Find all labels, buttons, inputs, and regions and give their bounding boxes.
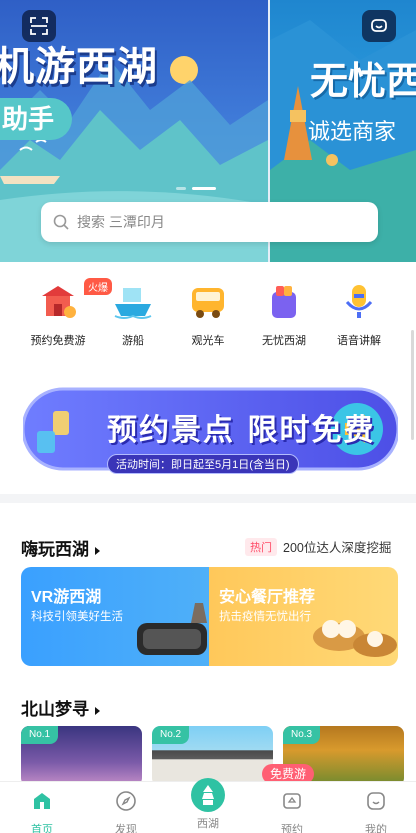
tab-label: 我的 [365,824,387,833]
caret-right-icon [95,706,100,715]
carousel-indicator [176,187,216,190]
hero-slide-b-title: 无忧西 [310,61,416,103]
hero-slide-a-title: 机游西湖 [0,44,158,90]
compass-icon [116,791,136,811]
search-input[interactable]: 搜索 三潭印月 [77,212,165,232]
scrollbar[interactable] [411,330,414,440]
vr-card-subtitle: 科技引领美好生活 [31,611,123,623]
quick-menu-item-audio-guide[interactable]: 语音讲解 [319,282,399,348]
microphone-icon [337,282,381,322]
section-divider [0,494,416,503]
pagoda-icon [191,778,225,812]
promo-banner-title: 预约景点 限时免费 [107,413,376,448]
rank-badge: No.2 [152,726,190,744]
tab-label: 发现 [115,824,137,833]
user-icon [367,792,385,810]
tab-discover[interactable]: 发现 [86,782,166,833]
home-icon [34,793,50,809]
north-hill-tile[interactable]: No.1 [21,726,142,786]
quick-menu-item-boat[interactable]: 游船 [93,282,173,348]
bus-icon [186,282,230,322]
section-title-play[interactable]: 嗨玩西湖 [21,535,100,560]
tab-profile[interactable]: 我的 [336,782,416,833]
quick-menu-item-worry-free[interactable]: 无忧西湖 [244,282,324,348]
tab-label: 西湖 [197,818,219,830]
quick-menu-label: 语音讲解 [337,335,381,347]
bag-icon [262,282,306,322]
tab-label: 首页 [31,824,53,833]
bottom-tab-bar: 首页 发现 西湖 预约 我的 [0,778,416,833]
tab-west-lake[interactable]: 西湖 [168,778,248,833]
search-bar[interactable]: 搜索 三潭印月 [41,202,378,242]
quick-menu-label: 预约免费游 [30,335,86,347]
carousel-dot-active[interactable] [192,187,216,190]
quick-menu-label: 无忧西湖 [262,335,306,347]
promo-banner[interactable]: 预约景点 限时免费 活动时间：即日起至5月1日(含当日) [23,383,398,475]
section-title-north-hill[interactable]: 北山梦寻 [21,695,100,720]
ticket-icon [283,793,301,809]
caret-right-icon [95,546,100,555]
vr-tour-card[interactable]: VR游西湖 科技引领美好生活 [21,567,209,666]
quick-menu-item-tour-bus[interactable]: 观光车 [168,282,248,348]
carousel-dot[interactable] [176,187,186,190]
tab-label: 预约 [281,824,303,833]
tab-home[interactable]: 首页 [2,782,82,833]
hero-slide-a-subtitle: 助手 [0,98,73,140]
section-title-play-text: 嗨玩西湖 [21,540,89,559]
food-card-subtitle: 抗击疫情无忧出行 [219,611,311,623]
promo-banner-date: 活动时间：即日起至5月1日(含当日) [107,454,299,474]
north-hill-tile[interactable]: No.2 [152,726,273,786]
section-play-description: 200位达人深度挖掘 [283,541,392,555]
search-icon [53,214,69,230]
quick-menu-label: 游船 [122,335,144,347]
app-home-page: 机游西湖 助手 无忧西 诚选商家 搜索 三潭印月 预约免费游 火爆 游船 观光车… [0,0,416,833]
tab-reservation[interactable]: 预约 [252,782,332,833]
rank-badge: No.1 [21,726,59,744]
dumpling-basket-icon [313,620,397,657]
vr-headset-icon [137,603,207,655]
boat-icon [111,282,155,322]
hero-slide-b-subtitle: 诚选商家 [308,119,397,144]
hot-tag: 热门 [245,538,277,556]
section-title-north-hill-text: 北山梦寻 [21,700,89,719]
message-icon[interactable] [362,10,396,42]
rank-badge: No.3 [283,726,321,744]
quick-menu-item-free-reservation[interactable]: 预约免费游 火爆 [18,278,112,348]
vr-card-title: VR游西湖 [31,589,102,606]
scan-icon[interactable] [22,10,56,42]
safe-restaurant-card[interactable]: 安心餐厅推荐 抗击疫情无忧出行 [209,567,398,666]
food-card-title: 安心餐厅推荐 [219,589,316,606]
temple-icon [36,282,80,322]
quick-menu: 预约免费游 火爆 游船 观光车 无忧西湖 语音讲解 [0,278,416,352]
quick-menu-label: 观光车 [191,335,225,347]
hero-carousel[interactable]: 机游西湖 助手 无忧西 诚选商家 搜索 三潭印月 [0,0,416,262]
